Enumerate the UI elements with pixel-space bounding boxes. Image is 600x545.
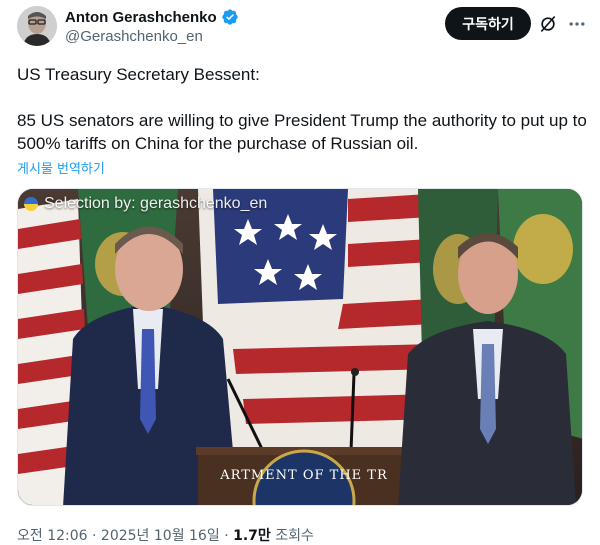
center-flag: [198, 189, 438, 459]
grok-icon[interactable]: [538, 14, 558, 34]
tweet-text-line1: US Treasury Secretary Bessent:: [17, 65, 260, 84]
tweet-text: US Treasury Secretary Bessent: 85 US sen…: [17, 63, 587, 155]
tweet-text-line2: 85 US senators are willing to give Presi…: [17, 111, 587, 153]
display-name[interactable]: Anton Gerashchenko: [65, 9, 217, 26]
tweet-date[interactable]: 2025년 10월 16일: [101, 528, 220, 544]
video-media[interactable]: ARTMENT OF THE TR Selection by: gerashch…: [17, 188, 583, 506]
subscribe-button[interactable]: 구독하기: [445, 7, 531, 40]
video-watermark: Selection by: gerashchenko_en: [24, 195, 267, 213]
author-handle[interactable]: @Gerashchenko_en: [65, 28, 239, 45]
views-label: 조회수: [275, 528, 314, 544]
video-frame: ARTMENT OF THE TR: [18, 189, 582, 505]
verified-badge-icon[interactable]: [221, 8, 239, 26]
avatar-image: [17, 6, 57, 46]
watermark-text: Selection by: gerashchenko_en: [44, 195, 268, 212]
translate-link[interactable]: 게시물 번역하기: [17, 158, 105, 177]
avatar[interactable]: [17, 6, 57, 46]
tweet-header: Anton Gerashchenko @Gerashchenko_en 구독하기: [17, 6, 588, 48]
author-names: Anton Gerashchenko @Gerashchenko_en: [65, 7, 239, 45]
meta-separator: ·: [224, 528, 229, 544]
views-count: 1.7만: [233, 528, 271, 544]
ukraine-flag-icon: [24, 197, 38, 211]
seal-text: ARTMENT OF THE TR: [219, 468, 388, 483]
meta-separator: ·: [92, 528, 97, 544]
tweet-meta: 오전 12:06 · 2025년 10월 16일 · 1.7만 조회수: [17, 525, 314, 545]
more-icon[interactable]: [567, 14, 587, 34]
tweet-time[interactable]: 오전 12:06: [17, 528, 88, 544]
